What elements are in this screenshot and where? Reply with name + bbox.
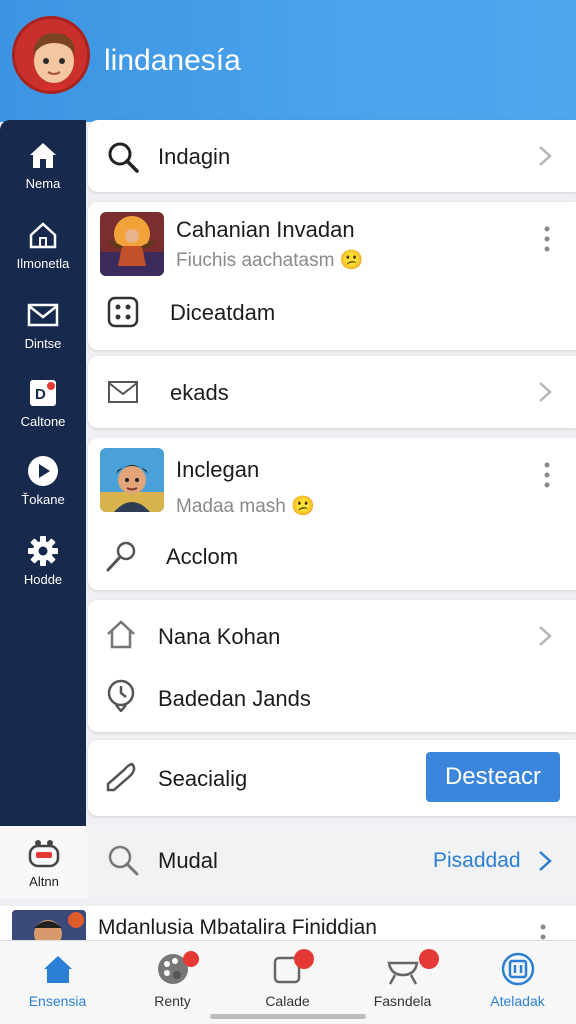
tab-label: Fasndela — [373, 993, 432, 1009]
tab-label: Calade — [265, 993, 310, 1009]
list-thumbnail — [12, 910, 86, 940]
card-title: Inclegan — [176, 457, 260, 482]
tab-ateladak[interactable]: Ateladak — [460, 941, 575, 1024]
more-options-icon[interactable] — [544, 226, 550, 252]
bottom-sidebar-item[interactable]: Altnn — [0, 826, 88, 898]
tab-renty[interactable]: Renty — [115, 941, 230, 1024]
tab-label: Ensensia — [28, 993, 87, 1009]
menu-card: Nana Kohan Badedan Jands — [88, 600, 576, 732]
search-row[interactable]: Indagin — [88, 120, 576, 192]
character-image — [100, 448, 164, 512]
home-outline-icon — [107, 620, 135, 649]
mail-label: ekads — [170, 380, 229, 405]
tab-calade[interactable]: Calade — [230, 941, 345, 1024]
tab-fasndela[interactable]: Fasndela — [345, 941, 460, 1024]
tab-ensensia[interactable]: Ensensia — [0, 941, 115, 1024]
app-header: lindanesía — [0, 0, 576, 122]
list-item-title: Mdanlusia Mbatalira Finiddian — [98, 916, 377, 939]
strip-label: Mudal — [158, 848, 218, 873]
card-subtitle: Madaa mash 😕 — [176, 496, 315, 517]
dice-icon — [107, 296, 139, 328]
mail-icon — [27, 303, 59, 327]
sidebar-item-label: Ťokane — [21, 492, 65, 507]
home-icon — [30, 143, 56, 168]
sidebar-item-nema[interactable]: Nema — [0, 138, 86, 210]
list-item[interactable]: Mdanlusia Mbatalira Finiddian — [0, 906, 576, 940]
sidebar-item-hodde[interactable]: Hodde — [0, 534, 86, 606]
tab-label: Ateladak — [490, 993, 545, 1009]
notification-badge — [419, 949, 439, 969]
more-options-icon[interactable] — [544, 462, 550, 488]
mail-row[interactable]: ekads — [88, 356, 576, 428]
sidebar-item-label: Caltone — [20, 414, 66, 429]
notification-badge — [294, 949, 314, 969]
header-title: lindanesía — [104, 44, 241, 77]
chevron-right-icon[interactable] — [538, 850, 552, 872]
grill-icon — [387, 961, 418, 985]
gear-icon — [28, 536, 58, 566]
bottom-sidebar-label: Altnn — [29, 874, 59, 889]
sidebar-item-ilmonetla[interactable]: Ilmonetla — [0, 218, 86, 290]
thumbnail-image — [12, 910, 86, 940]
more-options-icon[interactable] — [540, 924, 546, 940]
search-icon — [108, 845, 139, 876]
target-icon — [501, 952, 534, 986]
menu-item-label: Badedan Jands — [158, 686, 311, 711]
search-icon — [108, 142, 139, 173]
menu-item[interactable]: Badedan Jands — [88, 666, 576, 732]
card-title: Cahanian Invadan — [176, 217, 355, 242]
home-indicator[interactable] — [210, 1014, 366, 1019]
home-icon — [43, 956, 72, 983]
sidebar: Nema Ilmonetla Dintse D Caltone Ťokane H… — [0, 120, 86, 826]
sidebar-item-label: Ilmonetla — [16, 256, 70, 271]
sidebar-item-caltone[interactable]: D Caltone — [0, 376, 86, 448]
chevron-right-icon — [539, 626, 552, 646]
play-icon — [28, 456, 58, 486]
content-card: Inclegan Madaa mash 😕 Acclom — [88, 438, 576, 590]
card-thumbnail[interactable] — [100, 212, 164, 276]
menu-item[interactable]: Nana Kohan — [88, 600, 576, 666]
game-art-image — [100, 212, 164, 276]
card-action[interactable]: Acclom — [166, 544, 238, 570]
sidebar-item-dintse[interactable]: Dintse — [0, 298, 86, 370]
clock-pin-icon — [107, 679, 135, 712]
content-card: Cahanian Invadan Fiuchis aachatasm 😕 Dic… — [88, 202, 576, 350]
pen-icon — [106, 762, 136, 792]
mail-icon — [108, 381, 138, 403]
chevron-right-icon — [539, 146, 552, 166]
bot-icon — [28, 840, 60, 868]
card-thumbnail[interactable] — [100, 448, 164, 512]
d-badge-icon: D — [30, 380, 56, 406]
sidebar-item-tokane[interactable]: Ťokane — [0, 454, 86, 526]
microphone-icon — [106, 541, 136, 572]
menu-item-label: Nana Kohan — [158, 624, 281, 649]
sidebar-item-label: Hodde — [23, 572, 63, 587]
tab-label: Renty — [154, 993, 191, 1009]
svg-text:D: D — [35, 386, 46, 403]
chevron-right-icon — [539, 382, 552, 402]
notification-badge — [183, 951, 199, 967]
card-subtitle: Fiuchis aachatasm 😕 — [176, 250, 364, 271]
bottom-tab-bar: Ensensia Renty Calade Fasndela Ateladak — [0, 940, 576, 1024]
sidebar-item-label: Nema — [25, 176, 61, 191]
strip-link[interactable]: Pisaddad — [433, 849, 521, 873]
primary-action-button[interactable]: Desteacr — [426, 752, 560, 802]
card-action[interactable]: Diceatdam — [170, 300, 275, 326]
profile-avatar[interactable] — [12, 16, 90, 94]
house-outline-icon — [29, 222, 57, 249]
action-label: Seacialig — [158, 766, 248, 791]
avatar-image — [15, 19, 87, 91]
sidebar-item-label: Dintse — [24, 336, 62, 351]
search-label: Indagin — [158, 144, 231, 169]
